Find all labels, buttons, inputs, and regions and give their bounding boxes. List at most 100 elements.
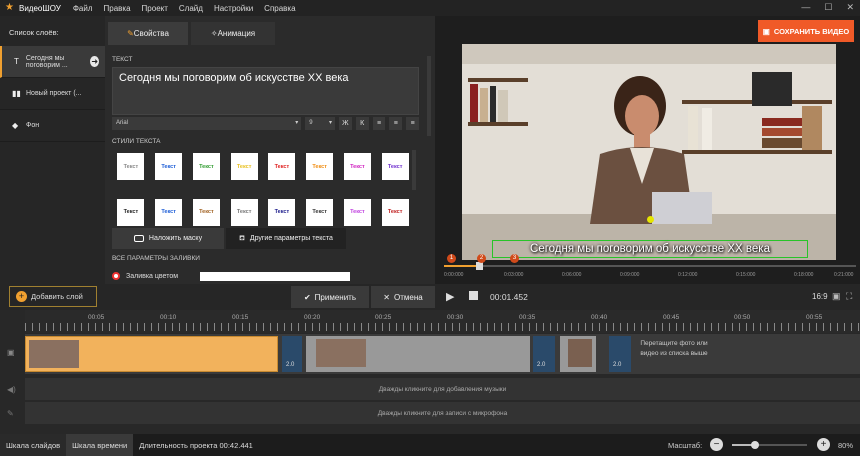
align-right-icon[interactable]: ≡ [406,117,420,130]
stop-icon[interactable] [469,291,478,300]
timeline-tick: 00:40 [591,314,608,321]
text-style-tile[interactable]: Текст [268,153,296,180]
text-style-tile[interactable]: Текст [306,198,334,226]
text-style-tile[interactable]: Текст [192,198,220,226]
preview-ruler[interactable]: 1 2 3 0:00:000 0:03:000 0:06:000 0:09:00… [444,254,856,284]
fill-color-radio[interactable] [112,272,120,280]
timeline-ruler[interactable]: 00:05 00:10 00:15 00:20 00:25 00:30 00:3… [25,310,860,333]
menu-file[interactable]: Файл [73,4,93,13]
plus-icon: + [16,291,27,302]
other-params-button[interactable]: ⛾ Другие параметры текста [226,228,346,249]
zoom-out-icon[interactable]: − [710,438,723,451]
fullscreen-icon[interactable]: ⛶ [846,291,852,302]
font-family-select[interactable]: Arial ▾ [112,117,302,130]
tab-label: Свойства [133,29,169,38]
layers-panel: Список слоёв: T Сегодня мы поговорим ...… [0,16,105,284]
text-style-tile[interactable]: Текст [192,153,220,180]
text-style-tile[interactable]: Текст [155,153,183,180]
text-style-tile[interactable]: Текст [381,198,409,226]
text-style-tile[interactable]: Текст [230,153,258,180]
layer-label: Новый проект (... [26,90,82,97]
menu-edit[interactable]: Правка [104,4,131,13]
align-left-icon[interactable]: ≡ [372,117,386,130]
layer-item-background[interactable]: ◆ Фон [0,110,105,142]
italic-button[interactable]: К [355,117,369,130]
playhead[interactable] [476,262,483,270]
menu-help[interactable]: Справка [264,4,295,13]
zoom-in-icon[interactable]: + [817,438,830,451]
transition-tile[interactable]: 2.0 [609,336,631,372]
timeline-tick: 00:25 [375,314,392,321]
text-style-tile[interactable]: Текст [306,153,334,180]
text-style-tile[interactable]: Текст [117,153,145,180]
font-size-select[interactable]: 9 ▾ [305,117,335,130]
layer-item-project[interactable]: ▮▮ Новый проект (... [0,78,105,110]
text-style-tile[interactable]: Текст [343,153,371,180]
arrow-right-icon[interactable]: ➜ [90,56,99,67]
playback-time: 00:01.452 [490,292,528,302]
align-center-icon[interactable]: ≡ [389,117,403,130]
text-style-tile[interactable]: Текст [268,198,296,226]
menu-project[interactable]: Проект [142,4,168,13]
video-clip[interactable] [560,336,596,372]
mic-track[interactable]: Дважды кликните для записи с микрофона [25,402,860,424]
music-hint: Дважды кликните для добавления музыки [378,385,507,393]
add-layer-button[interactable]: + Добавить слой [9,286,97,307]
rotate-handle[interactable] [647,216,654,223]
marker[interactable]: 1 [447,254,456,263]
music-track[interactable]: Дважды кликните для добавления музыки [25,378,860,400]
video-layer-icon: ▮▮ [12,89,21,98]
tab-timeline-scale[interactable]: Шкала времени [66,434,134,456]
zoom-percentage: 80% [838,441,854,450]
menu-slide[interactable]: Слайд [179,4,203,13]
transition-tile[interactable]: 2.0 [533,336,555,372]
play-icon[interactable]: ▶ [446,290,454,303]
styles-section-label: СТИЛИ ТЕКСТА [112,138,161,145]
video-preview[interactable]: Сегодня мы поговорим об искусстве XX век… [462,44,836,260]
tab-label: Анимация [217,29,256,38]
text-style-tile[interactable]: Текст [381,153,409,180]
marker[interactable]: 3 [510,254,519,263]
fill-color-swatch[interactable] [200,272,350,281]
panel-scrollbar[interactable] [427,56,431,136]
tab-properties[interactable]: ✎ Свойства [108,22,188,45]
font-family-value: Arial [116,120,129,126]
transition-tile[interactable]: 2.0 [282,336,302,372]
text-style-tile[interactable]: Текст [155,198,183,226]
status-bar: Шкала слайдов Шкала времени Длительность… [0,434,860,456]
cancel-button[interactable]: ✕ Отмена [371,286,435,308]
video-clip[interactable] [306,336,530,372]
zoom-slider[interactable] [732,441,807,449]
tab-animation[interactable]: ✧ Анимация [191,22,275,45]
ruler-tick: 0:00:000 [444,272,464,278]
close-icon[interactable]: ✕ [846,2,854,13]
ruler-tick: 0:09:000 [620,272,640,278]
video-clip-selected[interactable] [25,336,278,372]
text-style-tile[interactable]: Текст [343,198,371,226]
layer-item-text[interactable]: T Сегодня мы поговорим ... ➜ [0,46,105,78]
timeline-tick: 00:55 [806,314,823,321]
snapshot-icon[interactable]: ▣ [832,291,841,302]
text-style-tile[interactable]: Текст [230,198,258,226]
edit-bar: + Добавить слой ✔ Применить ✕ Отмена ▶ 0… [0,284,860,310]
marker[interactable]: 2 [477,254,486,263]
ruler-tick: 0:21:000 [834,272,854,278]
video-track-icon: ▣ [7,348,15,357]
minimize-icon[interactable]: — [801,2,810,13]
menu-settings[interactable]: Настройки [214,4,253,13]
styles-scrollbar[interactable] [412,150,416,190]
aspect-ratio[interactable]: 16:9 [812,292,828,301]
properties-panel: ✎ Свойства ✧ Анимация ТЕКСТ Сегодня мы п… [105,16,435,284]
text-style-tile[interactable]: Текст [117,198,145,226]
bold-button[interactable]: Ж [338,117,352,130]
apply-button[interactable]: ✔ Применить [291,286,369,308]
save-video-button[interactable]: ▣ СОХРАНИТЬ ВИДЕО [758,20,854,42]
tab-slide-scale[interactable]: Шкала слайдов [0,434,67,456]
caption-text-overlay[interactable]: Сегодня мы поговорим об искусстве XX век… [492,240,808,258]
text-input[interactable]: Сегодня мы поговорим об искусстве XX век… [112,67,419,115]
timeline-tick: 00:20 [304,314,321,321]
maximize-icon[interactable]: ☐ [824,2,832,13]
zoom-knob[interactable] [750,441,759,449]
timeline-tick: 00:05 [88,314,105,321]
mask-button[interactable]: Наложить маску [112,228,224,249]
